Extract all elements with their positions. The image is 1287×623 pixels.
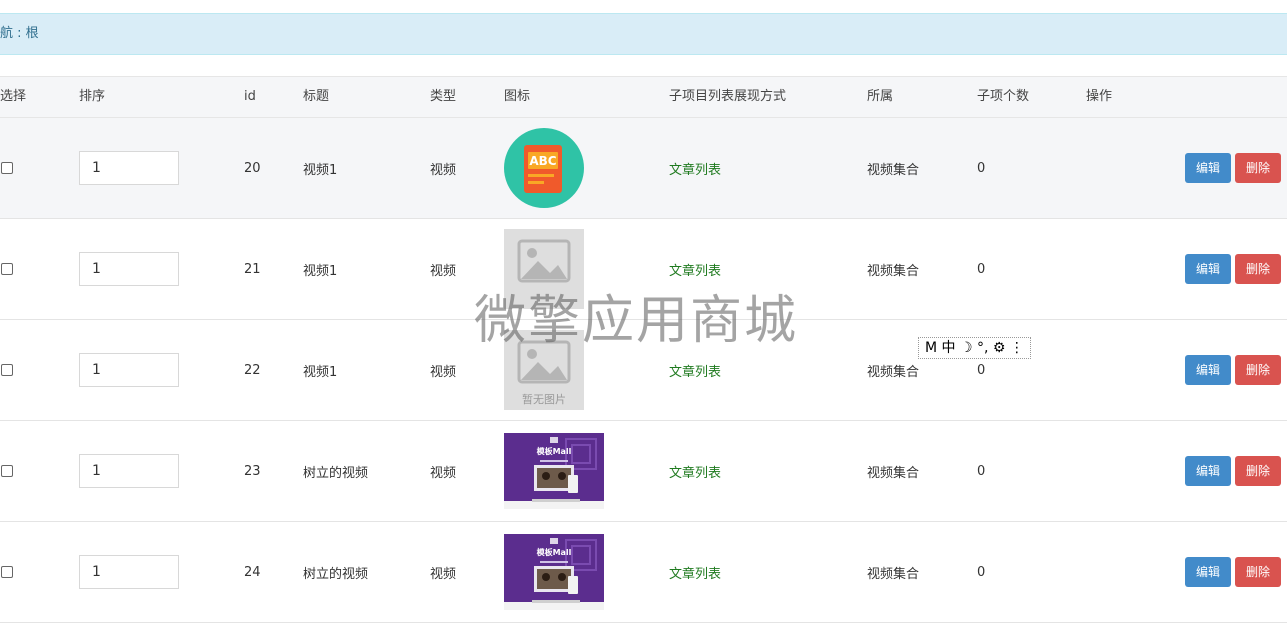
row-title: 树立的视频 <box>303 465 369 481</box>
row-title: 视频1 <box>303 364 338 380</box>
select-checkbox[interactable] <box>1 364 13 376</box>
row-belongs: 视频集合 <box>867 465 920 481</box>
table-row: 21 视频1 视频 文章列表 视频集合 0 编辑 删除 <box>0 219 1287 320</box>
display-mode-link[interactable]: 文章列表 <box>669 462 721 481</box>
delete-button[interactable]: 删除 <box>1235 153 1281 183</box>
banner-title: 模板Mall <box>536 447 572 456</box>
ime-toolbar-text: M 中 ☽ °, ⚙ ⋮ <box>925 340 1024 356</box>
edit-button[interactable]: 编辑 <box>1185 153 1231 183</box>
table-row: 22 视频1 视频 暂无图片 文章列表 视频集合 0 编辑 删除 <box>0 320 1287 421</box>
display-mode-link[interactable]: 文章列表 <box>669 159 721 178</box>
delete-button[interactable]: 删除 <box>1235 254 1281 284</box>
row-child-count: 0 <box>977 261 986 277</box>
row-id: 23 <box>244 463 261 479</box>
sort-input[interactable] <box>79 353 179 387</box>
row-type: 视频 <box>430 566 457 582</box>
row-id: 21 <box>244 261 261 277</box>
mall-banner-thumbnail: 模板Mall <box>504 532 604 612</box>
select-checkbox[interactable] <box>1 162 13 174</box>
row-title: 树立的视频 <box>303 566 369 582</box>
row-belongs: 视频集合 <box>867 263 920 279</box>
select-checkbox[interactable] <box>1 566 13 578</box>
sort-input[interactable] <box>79 151 179 185</box>
breadcrumb: 航 : 根 <box>0 13 1287 55</box>
breadcrumb-text: 航 : 根 <box>0 26 39 41</box>
header-belongs: 所属 <box>867 89 894 104</box>
edit-button[interactable]: 编辑 <box>1185 557 1231 587</box>
header-icon: 图标 <box>504 89 531 104</box>
row-type: 视频 <box>430 364 457 380</box>
table-row: 23 树立的视频 视频 模板Mall 文章列表 视频集合 0 编辑 删 <box>0 421 1287 522</box>
edit-button[interactable]: 编辑 <box>1185 254 1231 284</box>
row-child-count: 0 <box>977 463 986 479</box>
row-child-count: 0 <box>977 564 986 580</box>
sort-input[interactable] <box>79 555 179 589</box>
select-checkbox[interactable] <box>1 465 13 477</box>
header-child-count: 子项个数 <box>977 89 1030 104</box>
row-child-count: 0 <box>977 160 986 176</box>
header-title: 标题 <box>303 89 330 104</box>
header-select: 选择 <box>0 89 27 104</box>
header-type: 类型 <box>430 89 457 104</box>
no-image-placeholder <box>504 229 604 309</box>
table-row: 20 视频1 视频 ABC 文章列表 视频集合 0 编辑 删除 <box>0 118 1287 219</box>
row-belongs: 视频集合 <box>867 566 920 582</box>
header-sort: 排序 <box>79 89 106 104</box>
display-mode-link[interactable]: 文章列表 <box>669 361 721 380</box>
row-belongs: 视频集合 <box>867 364 920 380</box>
row-title: 视频1 <box>303 162 338 178</box>
row-id: 24 <box>244 564 261 580</box>
svg-text:ABC: ABC <box>529 154 556 168</box>
banner-title: 模板Mall <box>536 548 572 557</box>
row-type: 视频 <box>430 162 457 178</box>
no-image-caption: 暂无图片 <box>522 393 566 406</box>
sort-input[interactable] <box>79 252 179 286</box>
edit-button[interactable]: 编辑 <box>1185 355 1231 385</box>
select-checkbox[interactable] <box>1 263 13 275</box>
display-mode-link[interactable]: 文章列表 <box>669 563 721 582</box>
table-header: 选择 排序 id 标题 类型 图标 子项目列表展现方式 所属 子项个数 操作 <box>0 76 1287 118</box>
sort-input[interactable] <box>79 454 179 488</box>
delete-button[interactable]: 删除 <box>1235 456 1281 486</box>
display-mode-link[interactable]: 文章列表 <box>669 260 721 279</box>
ime-toolbar[interactable]: M 中 ☽ °, ⚙ ⋮ <box>918 337 1031 359</box>
mall-banner-thumbnail: 模板Mall <box>504 431 604 511</box>
row-title: 视频1 <box>303 263 338 279</box>
table-row: 24 树立的视频 视频 模板Mall 文章列表 视频集合 0 编辑 删 <box>0 522 1287 623</box>
header-actions: 操作 <box>1086 89 1113 104</box>
row-id: 22 <box>244 362 261 378</box>
delete-button[interactable]: 删除 <box>1235 355 1281 385</box>
delete-button[interactable]: 删除 <box>1235 557 1281 587</box>
header-display-mode: 子项目列表展现方式 <box>669 89 787 104</box>
no-image-placeholder: 暂无图片 <box>504 330 604 410</box>
abc-book-icon: ABC <box>504 128 604 208</box>
row-belongs: 视频集合 <box>867 162 920 178</box>
row-type: 视频 <box>430 465 457 481</box>
row-type: 视频 <box>430 263 457 279</box>
header-id: id <box>244 89 256 104</box>
row-child-count: 0 <box>977 362 986 378</box>
edit-button[interactable]: 编辑 <box>1185 456 1231 486</box>
row-id: 20 <box>244 160 261 176</box>
